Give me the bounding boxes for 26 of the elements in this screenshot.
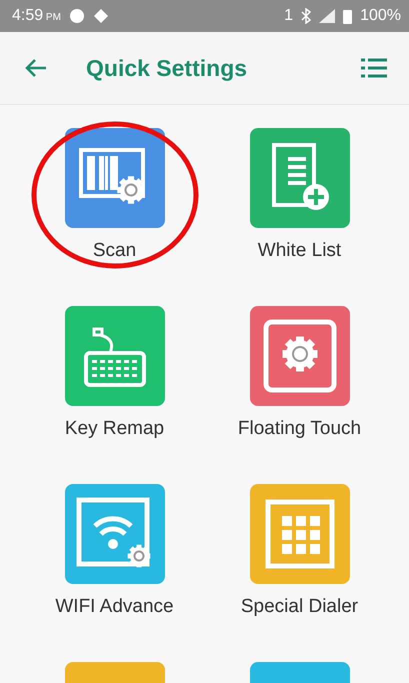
setting-tile[interactable] bbox=[64, 306, 164, 406]
keypad-icon bbox=[264, 498, 336, 570]
clock: 4:59 PM bbox=[12, 7, 61, 25]
battery-percentage: 100% bbox=[360, 7, 401, 25]
setting-tile[interactable] bbox=[64, 128, 164, 228]
tile-label: Scan bbox=[92, 240, 136, 262]
page-title: Quick Settings bbox=[86, 54, 248, 82]
tile-label: White List bbox=[258, 240, 342, 262]
gear-frame-icon bbox=[262, 318, 338, 394]
setting-tile[interactable] bbox=[250, 128, 350, 228]
tile-label: WIFI Advance bbox=[55, 596, 174, 618]
tile-label: Special Dialer bbox=[240, 596, 358, 618]
menu-icon[interactable] bbox=[361, 58, 387, 78]
wifi-signal-icon bbox=[319, 9, 336, 23]
back-icon[interactable] bbox=[24, 58, 48, 78]
app-notification-icon bbox=[68, 8, 85, 24]
tile-label: Key Remap bbox=[64, 418, 164, 440]
sim-indicator: 1 bbox=[284, 7, 294, 25]
bluetooth-icon bbox=[301, 8, 312, 24]
setting-tile[interactable] bbox=[250, 306, 350, 406]
sync-icon bbox=[92, 8, 109, 24]
tile-label: Floating Touch bbox=[238, 418, 362, 440]
battery-icon bbox=[343, 8, 352, 24]
setting-tile[interactable] bbox=[250, 484, 350, 584]
setting-tile[interactable] bbox=[64, 484, 164, 584]
checklist-plus-icon bbox=[270, 143, 330, 213]
